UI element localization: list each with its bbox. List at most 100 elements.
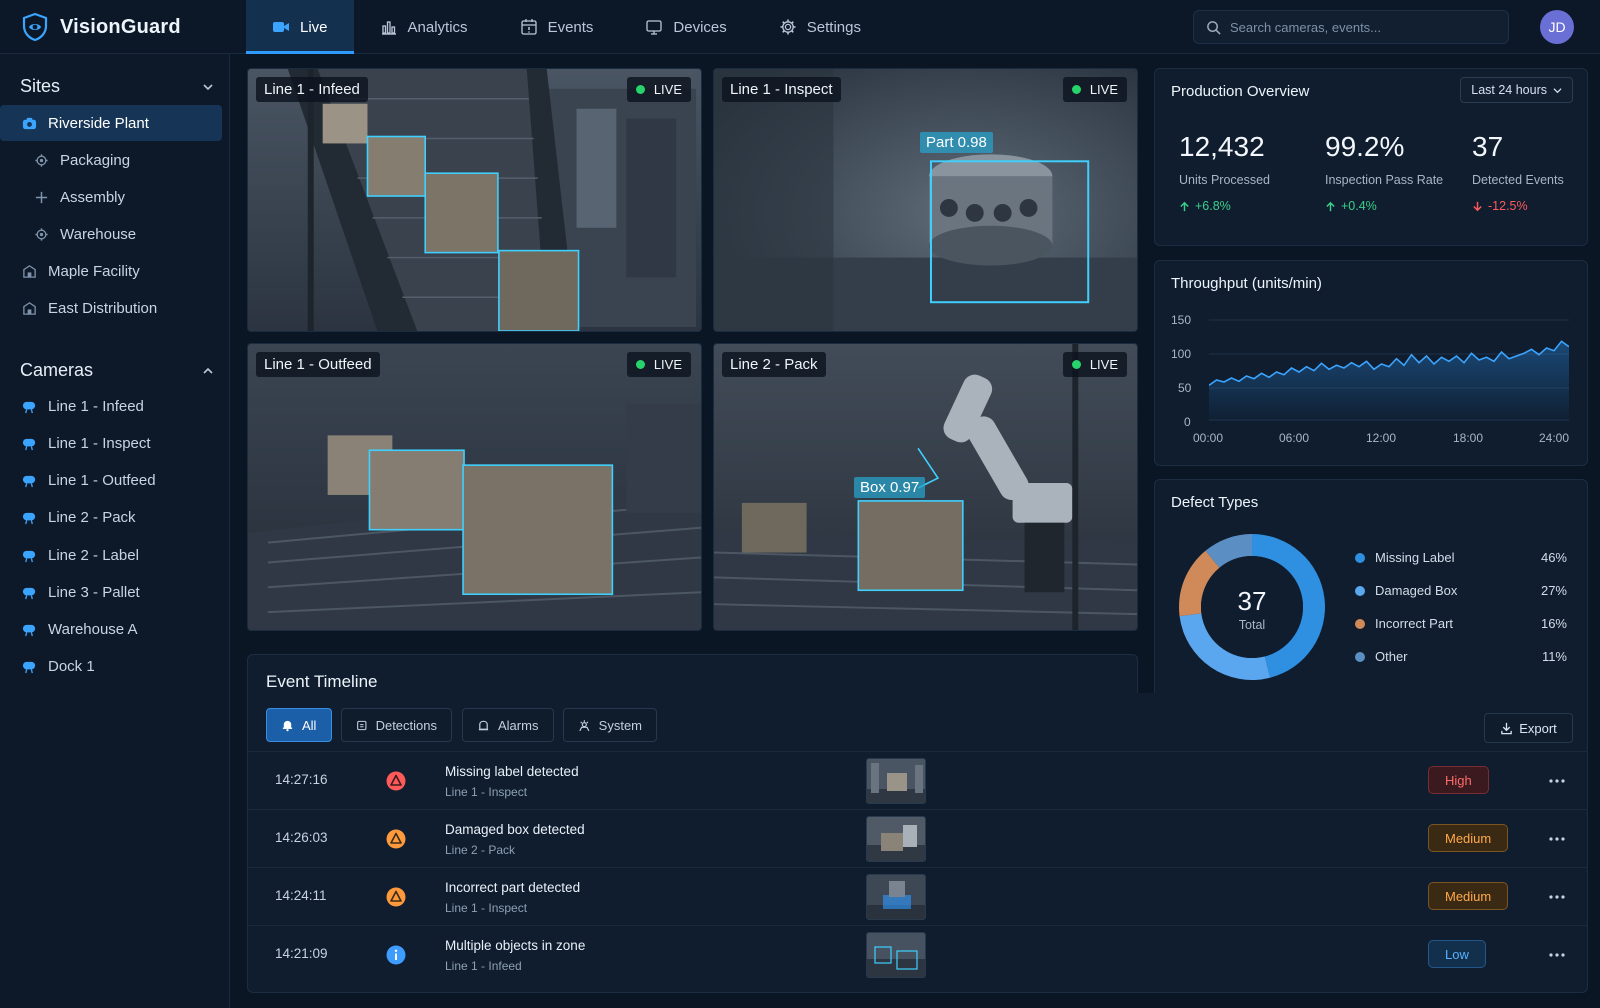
brand[interactable]: VisionGuard <box>20 12 181 42</box>
event-thumbnail[interactable] <box>866 816 926 862</box>
sidebar-item-east-distribution[interactable]: East Distribution <box>22 290 157 326</box>
main-nav: Live Analytics Events Devices Settings <box>246 0 887 54</box>
live-text: LIVE <box>653 357 682 372</box>
x-tick-label: 00:00 <box>1193 431 1224 445</box>
sidebar-camera-line2-pack[interactable]: Line 2 - Pack <box>22 499 136 535</box>
live-dot <box>1071 85 1081 94</box>
time-range-select[interactable]: Last 24 hours <box>1460 77 1573 103</box>
chevron-up-icon[interactable] <box>202 365 214 377</box>
legend-dot <box>1355 651 1365 662</box>
tab-label: Live <box>300 18 328 36</box>
legend-dot <box>1355 552 1365 563</box>
legend-item-damaged-box: Damaged Box 27% <box>1355 583 1567 598</box>
event-thumbnail[interactable] <box>866 758 926 804</box>
sidebar-item-riverside-plant[interactable]: Riverside Plant <box>0 105 222 141</box>
event-camera: Line 1 - Inspect <box>445 901 528 915</box>
more-icon[interactable] <box>1546 830 1568 848</box>
tab-settings[interactable]: Settings <box>753 0 887 54</box>
event-timeline-header <box>247 654 1138 694</box>
sidebar-camera-line1-inspect[interactable]: Line 1 - Inspect <box>22 425 151 461</box>
tab-analytics[interactable]: Analytics <box>354 0 494 54</box>
event-time: 14:24:11 <box>275 888 327 903</box>
filter-system[interactable]: System <box>563 708 657 742</box>
kpi-label: Detected Events <box>1472 173 1564 187</box>
y-tick-label: 0 <box>1184 415 1191 429</box>
camera-feed-line2-pack[interactable]: Line 2 - Pack LIVE Box 0.97 <box>713 343 1138 631</box>
panel-title: Defect Types <box>1171 494 1259 511</box>
event-time: 14:26:03 <box>275 830 328 845</box>
monitor-icon <box>646 20 663 35</box>
event-row[interactable]: 14:21:09 Multiple objects in zone Line 1… <box>248 925 1588 983</box>
legend-label: Incorrect Part <box>1375 616 1454 631</box>
tab-events[interactable]: Events <box>494 0 620 54</box>
sidebar-item-label: Packaging <box>60 151 131 169</box>
sidebar-item-maple-facility[interactable]: Maple Facility <box>22 253 140 289</box>
more-icon[interactable] <box>1546 888 1568 906</box>
sidebar-camera-dock-1[interactable]: Dock 1 <box>22 648 95 684</box>
kpi-detected-events: 37 Detected Events -12.5% <box>1472 131 1564 213</box>
thumbnail-image <box>867 875 925 919</box>
camera-label: Line 2 - Label <box>48 546 139 564</box>
sidebar-item-warehouse[interactable]: Warehouse <box>34 216 136 252</box>
y-tick-label: 150 <box>1171 313 1192 327</box>
top-bar: VisionGuard Live Analytics Events Device… <box>0 0 1600 54</box>
camera-label: Dock 1 <box>48 657 95 675</box>
bar-chart-icon <box>381 21 396 35</box>
sidebar-item-packaging[interactable]: Packaging <box>34 142 130 178</box>
kpi-delta: +6.8% <box>1179 199 1270 213</box>
tab-label: Settings <box>806 18 861 36</box>
camera-feed-line1-outfeed[interactable]: Line 1 - Outfeed LIVE <box>247 343 702 631</box>
sidebar-item-label: Riverside Plant <box>48 114 149 132</box>
thumbnail-image <box>867 817 925 861</box>
chevron-down-icon <box>1553 87 1562 93</box>
feed-title: Line 2 - Pack <box>722 352 826 377</box>
sidebar-camera-line1-outfeed[interactable]: Line 1 - Outfeed <box>22 462 156 498</box>
camera-feed-line1-infeed[interactable]: Line 1 - Infeed LIVE <box>247 68 702 332</box>
download-icon <box>1501 722 1512 734</box>
event-row[interactable]: 14:24:11 Incorrect part detected Line 1 … <box>248 867 1588 925</box>
sidebar-item-assembly[interactable]: Assembly <box>34 179 125 215</box>
kpi-delta-value: -12.5% <box>1488 199 1528 213</box>
panel-title: Throughput (units/min) <box>1171 275 1322 292</box>
filter-all[interactable]: All <box>266 708 332 742</box>
filter-detections[interactable]: Detections <box>341 708 452 742</box>
legend-label: Other <box>1375 649 1408 664</box>
avatar[interactable]: JD <box>1540 10 1574 44</box>
legend-item-other: Other 11% <box>1355 649 1567 664</box>
system-icon <box>579 719 590 731</box>
shield-eye-icon <box>22 12 48 42</box>
gear-icon <box>35 227 48 241</box>
search-input[interactable] <box>1230 19 1490 35</box>
sidebar-camera-warehouse-a[interactable]: Warehouse A <box>22 611 138 647</box>
panel-title: Production Overview <box>1171 83 1310 100</box>
filter-alarms[interactable]: Alarms <box>462 708 554 742</box>
event-row[interactable]: 14:26:03 Damaged box detected Line 2 - P… <box>248 809 1588 867</box>
chevron-down-icon[interactable] <box>202 81 214 93</box>
cameras-header[interactable]: Cameras <box>20 360 214 381</box>
calendar-alert-icon <box>520 19 537 35</box>
severity-badge: Low <box>1428 940 1486 968</box>
tab-live[interactable]: Live <box>246 0 354 54</box>
export-button[interactable]: Export <box>1484 713 1573 743</box>
more-icon[interactable] <box>1546 772 1568 790</box>
sidebar-camera-line3-pallet[interactable]: Line 3 - Pallet <box>22 574 140 610</box>
sites-header[interactable]: Sites <box>20 76 214 97</box>
y-tick-label: 100 <box>1171 347 1192 361</box>
sidebar-item-label: Assembly <box>60 188 126 206</box>
sidebar-camera-line2-label[interactable]: Line 2 - Label <box>22 537 139 573</box>
event-title: Multiple objects in zone <box>445 938 586 953</box>
more-icon[interactable] <box>1546 946 1568 964</box>
event-thumbnail[interactable] <box>866 874 926 920</box>
event-thumbnail[interactable] <box>866 932 926 978</box>
event-row[interactable]: 14:27:16 Missing label detected Line 1 -… <box>248 751 1588 809</box>
camera-feed-line1-inspect[interactable]: Line 1 - Inspect LIVE Part 0.98 <box>713 68 1138 332</box>
sidebar-camera-line1-infeed[interactable]: Line 1 - Infeed <box>22 388 144 424</box>
app-name: VisionGuard <box>60 15 181 38</box>
event-camera: Line 1 - Infeed <box>445 959 522 973</box>
search-box <box>1193 10 1509 44</box>
legend-item-missing-label: Missing Label 46% <box>1355 550 1567 565</box>
tab-devices[interactable]: Devices <box>619 0 752 54</box>
time-range-value: Last 24 hours <box>1471 83 1547 97</box>
donut-total-value: 37 <box>1237 586 1267 616</box>
camera-icon <box>22 438 36 450</box>
